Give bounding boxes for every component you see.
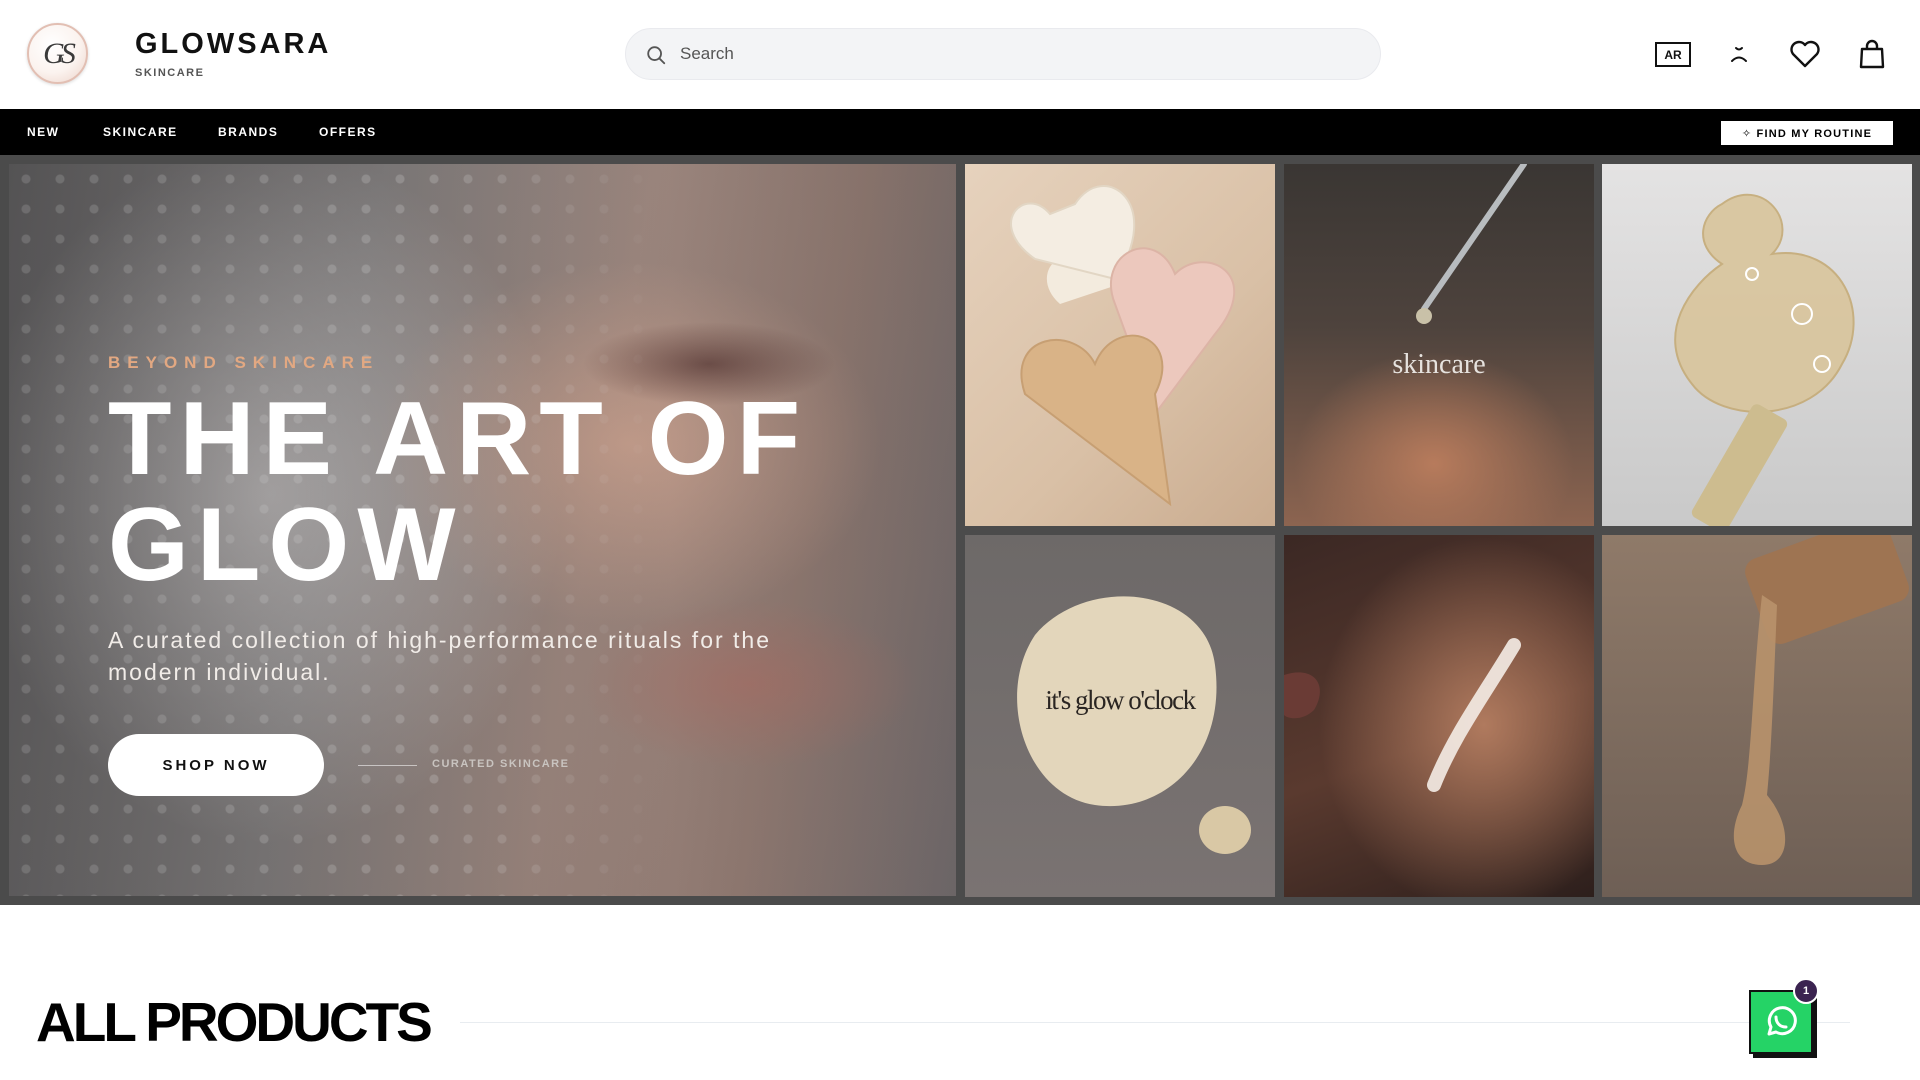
logo-badge[interactable]: GS [27, 23, 88, 84]
oil-pour-image[interactable] [1602, 535, 1912, 897]
heart-cream-swatches-image[interactable] [965, 164, 1275, 526]
hero-section: BEYOND SKINCARE THE ART OF GLOW A curate… [0, 155, 1920, 905]
site-header: GS GLOWSARA SKINCARE AR [0, 0, 1920, 109]
curated-label: CURATED SKINCARE [432, 758, 570, 770]
shop-now-button[interactable]: SHOP NOW [108, 734, 324, 796]
brand-subtitle: SKINCARE [135, 67, 205, 79]
notification-badge: 1 [1793, 978, 1819, 1004]
search-icon[interactable] [645, 44, 667, 66]
tile-skincare-label: skincare [1392, 349, 1486, 380]
dropper-graphic [1416, 164, 1527, 324]
search-input[interactable] [680, 29, 1360, 79]
serum-drop-image[interactable] [1602, 164, 1912, 526]
language-toggle-button[interactable]: AR [1655, 42, 1691, 67]
hero-banner: BEYOND SKINCARE THE ART OF GLOW A curate… [9, 164, 956, 896]
hero-description: A curated collection of high-performance… [108, 627, 772, 685]
divider-line [358, 765, 417, 766]
all-products-heading: ALL PRODUCTS [36, 991, 433, 1053]
section-divider [460, 1022, 1850, 1023]
heart-icon [1790, 40, 1820, 68]
user-icon [1731, 47, 1747, 62]
serum-drop-graphic [1674, 193, 1855, 526]
account-button[interactable] [1722, 38, 1756, 70]
tile-glow-label: it's glow o'clock [1045, 685, 1196, 715]
nav-item-offers[interactable]: OFFERS [319, 109, 377, 155]
hero-eyebrow: BEYOND SKINCARE [108, 353, 380, 372]
cream-swatch-graphic [1017, 596, 1251, 854]
wishlist-button[interactable] [1788, 38, 1822, 70]
oil-pour-graphic [1733, 535, 1909, 865]
face-cream-image[interactable] [1284, 535, 1594, 897]
brand-name[interactable]: GLOWSARA [135, 28, 331, 61]
nav-item-skincare[interactable]: SKINCARE [103, 109, 178, 155]
find-my-routine-button[interactable]: ✧ FIND MY ROUTINE [1721, 121, 1893, 145]
bag-icon [1859, 39, 1885, 69]
whatsapp-icon [1767, 1006, 1797, 1036]
cream-swatch-image[interactable]: it's glow o'clock [965, 535, 1275, 897]
dropper-hand-image[interactable]: skincare [1284, 164, 1594, 526]
main-nav: NEW SKINCARE BRANDS OFFERS ✧ FIND MY ROU… [0, 109, 1920, 155]
nav-item-new[interactable]: NEW [27, 109, 60, 155]
nav-item-brands[interactable]: BRANDS [218, 109, 278, 155]
hero-title: THE ART OF GLOW [108, 381, 809, 603]
search-bar[interactable] [625, 28, 1381, 80]
heart-swatches-graphic [1010, 185, 1236, 507]
cart-button[interactable] [1855, 38, 1889, 70]
face-cream-graphic [1284, 638, 1521, 792]
logo-monogram: GS [43, 36, 76, 70]
